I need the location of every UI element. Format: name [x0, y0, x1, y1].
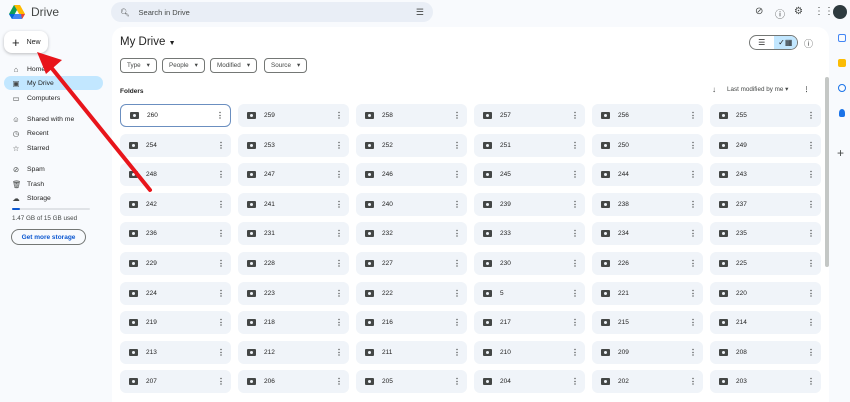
annotation-arrow: [37, 52, 152, 192]
